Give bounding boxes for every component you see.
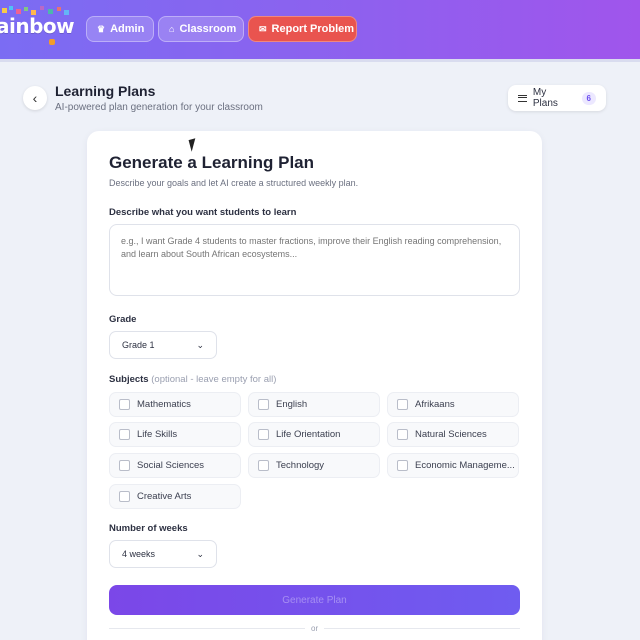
chevron-left-icon: ‹ [32, 90, 38, 106]
grade-value: Grade 1 [122, 340, 155, 350]
checkbox-icon [397, 460, 408, 471]
learning-goals-textarea[interactable] [109, 224, 520, 296]
subjects-label-text: Subjects [109, 374, 149, 385]
checkbox-icon [119, 491, 130, 502]
checkbox-icon [119, 399, 130, 410]
my-plans-count-badge: 6 [581, 91, 596, 105]
generate-plan-label: Generate Plan [282, 594, 347, 606]
subject-label: Life Skills [137, 429, 178, 440]
checkbox-icon [397, 399, 408, 410]
grade-select[interactable]: Grade 1 ⌄ [109, 331, 217, 359]
subject-label: Economic Manageme... [415, 460, 515, 471]
subject-checkbox-economic-management[interactable]: Economic Manageme... [387, 453, 519, 478]
my-plans-label: My Plans [532, 87, 558, 109]
checkbox-icon [397, 429, 408, 440]
subject-checkbox-technology[interactable]: Technology [248, 453, 380, 478]
weeks-select[interactable]: 4 weeks ⌄ [109, 540, 217, 568]
subject-label: Mathematics [137, 399, 191, 410]
back-button[interactable]: ‹ [23, 86, 47, 110]
subjects-label: Subjects (optional - leave empty for all… [109, 374, 276, 385]
card-title: Generate a Learning Plan [109, 153, 315, 172]
subject-label: Afrikaans [415, 399, 455, 410]
report-label: Report Problem [271, 23, 355, 35]
subjects-hint: (optional - leave empty for all) [151, 374, 277, 385]
subject-checkbox-life-skills[interactable]: Life Skills [109, 422, 241, 447]
report-problem-button[interactable]: ✉ Report Problem [248, 16, 357, 42]
admin-label: Admin [110, 23, 145, 35]
subject-checkbox-afrikaans[interactable]: Afrikaans [387, 392, 519, 417]
page-title: Learning Plans [55, 83, 156, 99]
checkbox-icon [119, 429, 130, 440]
subject-checkbox-social-sciences[interactable]: Social Sciences [109, 453, 241, 478]
admin-icon: ♛ [97, 23, 106, 34]
report-icon: ✉ [259, 23, 267, 34]
subject-label: Natural Sciences [415, 429, 487, 440]
checkbox-icon [258, 429, 269, 440]
school-icon: ⌂ [169, 24, 175, 34]
app-logo[interactable]: ainbow [0, 14, 75, 38]
checkbox-icon [258, 399, 269, 410]
page-subtitle: AI-powered plan generation for your clas… [55, 102, 263, 113]
subject-checkbox-natural-sciences[interactable]: Natural Sciences [387, 422, 519, 447]
classroom-label: Classroom [179, 23, 237, 35]
grade-label: Grade [109, 314, 137, 325]
subject-checkbox-life-orientation[interactable]: Life Orientation [248, 422, 380, 447]
subject-label: English [276, 399, 308, 410]
weeks-value: 4 weeks [122, 549, 156, 559]
chevron-down-icon: ⌄ [196, 548, 204, 559]
describe-label: Describe what you want students to learn [109, 207, 297, 218]
chevron-down-icon: ⌄ [196, 339, 204, 350]
checkbox-icon [258, 460, 269, 471]
subject-checkbox-english[interactable]: English [248, 392, 380, 417]
admin-button[interactable]: ♛ Admin [86, 16, 154, 42]
subject-label: Creative Arts [137, 491, 192, 502]
subject-label: Technology [276, 460, 325, 471]
subject-checkbox-mathematics[interactable]: Mathematics [109, 392, 241, 417]
generate-plan-card: Generate a Learning Plan Describe your g… [87, 131, 542, 640]
checkbox-icon [119, 460, 130, 471]
my-plans-button[interactable]: My Plans 6 [508, 85, 606, 111]
generate-plan-button[interactable]: Generate Plan [109, 585, 520, 615]
divider-or-text: or [305, 624, 325, 633]
subject-checkbox-creative-arts[interactable]: Creative Arts [109, 484, 241, 509]
subject-label: Social Sciences [137, 460, 205, 471]
card-subtitle: Describe your goals and let AI create a … [109, 178, 359, 188]
logo-badge [49, 39, 55, 45]
menu-icon [518, 94, 527, 102]
classroom-button[interactable]: ⌂ Classroom [158, 16, 244, 42]
weeks-label: Number of weeks [109, 523, 188, 534]
subject-label: Life Orientation [276, 429, 341, 440]
top-nav-bar: ainbow ♛ Admin ⌂ Classroom ✉ Report Prob… [0, 0, 640, 62]
